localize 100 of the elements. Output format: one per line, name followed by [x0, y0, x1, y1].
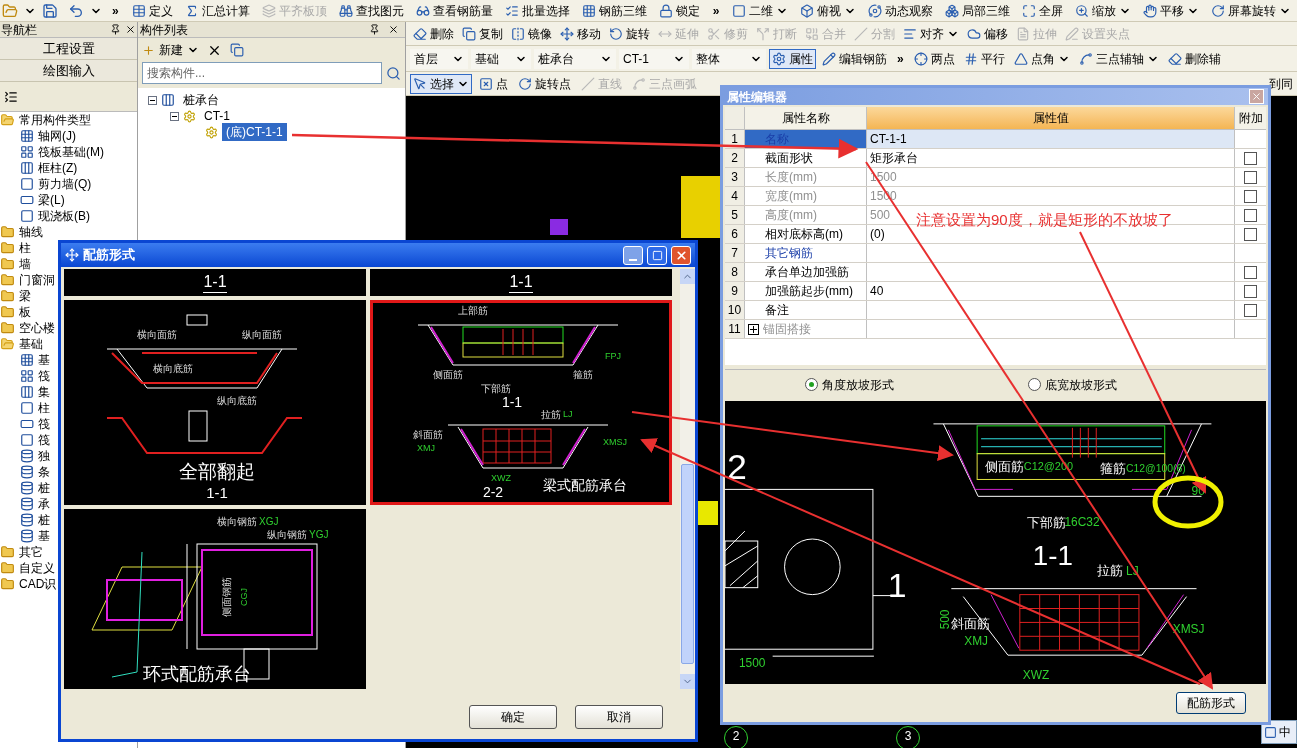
- nav-tree-item[interactable]: 基: [38, 351, 50, 369]
- layer-dropdown[interactable]: 基础: [471, 48, 531, 69]
- nav-tree-item[interactable]: 其它: [19, 543, 43, 561]
- dialog-button[interactable]: 取消: [575, 705, 663, 729]
- toolbar-button[interactable]: 编辑钢筋: [819, 48, 890, 69]
- rebar-form-button[interactable]: 配筋形式: [1176, 692, 1246, 714]
- nav-tree-item[interactable]: 自定义: [19, 559, 55, 577]
- toolbar-button[interactable]: 批量选择: [501, 0, 573, 21]
- save-icon[interactable]: [42, 2, 58, 19]
- close-button[interactable]: [671, 245, 691, 265]
- overflow-button[interactable]: »: [708, 1, 724, 20]
- checkbox[interactable]: [1244, 151, 1257, 165]
- status-tray[interactable]: 中: [1261, 720, 1297, 744]
- layer-dropdown[interactable]: CT-1: [619, 48, 689, 69]
- rebar-option-card[interactable]: 横向钢筋 XGJ 纵向钢筋 YGJ 侧面钢筋 CGJ 环式配筋承台: [64, 509, 366, 689]
- search-field[interactable]: 搜索构件...: [142, 62, 382, 84]
- radio-button[interactable]: [805, 378, 818, 391]
- collapse-toggle[interactable]: [170, 111, 179, 121]
- undo-icon[interactable]: [68, 2, 84, 19]
- nav-tree-item[interactable]: 条: [38, 463, 50, 481]
- pin-icon[interactable]: [110, 24, 121, 35]
- toolbar-button[interactable]: 钢筋三维: [578, 0, 650, 21]
- checkbox[interactable]: [1244, 303, 1257, 317]
- toolbar-button[interactable]: 删除辅: [1164, 48, 1224, 69]
- nav-tree-item[interactable]: 筏: [38, 431, 50, 449]
- nav-tree-item[interactable]: 基: [38, 527, 50, 545]
- scrollbar[interactable]: [680, 269, 695, 689]
- maximize-button[interactable]: [647, 245, 667, 265]
- toolbar-button[interactable]: 旋转: [606, 23, 653, 44]
- checkbox[interactable]: [1244, 227, 1257, 241]
- nav-tree-item[interactable]: 剪力墙(Q): [38, 175, 92, 193]
- nav-tree-item[interactable]: 现浇板(B): [38, 207, 90, 225]
- component-tree-item[interactable]: CT-1: [200, 107, 234, 125]
- toolbar-button[interactable]: 对齐: [900, 23, 962, 44]
- toolbar-button[interactable]: 属性: [769, 48, 816, 69]
- toolbar-button[interactable]: 选择: [410, 73, 472, 94]
- nav-tree-item[interactable]: 框柱(Z): [38, 159, 78, 177]
- toolbar-button[interactable]: 两点: [910, 48, 958, 69]
- toolbar-button[interactable]: 偏移: [964, 23, 1011, 44]
- toolbar-button[interactable]: 查看钢筋量: [412, 0, 496, 21]
- nav-tree-item[interactable]: 基础: [19, 335, 43, 353]
- toolbar-button[interactable]: 移动: [557, 23, 604, 44]
- nav-tree-item[interactable]: 轴线: [19, 223, 43, 241]
- nav-tree-item[interactable]: 门窗洞: [19, 271, 55, 289]
- collapse-toggle[interactable]: [148, 95, 157, 105]
- new-button[interactable]: 新建: [142, 41, 199, 59]
- toolbar-button[interactable]: 平移: [1140, 0, 1203, 21]
- toolbar-button[interactable]: 点: [476, 73, 511, 94]
- property-value[interactable]: 矩形承台: [870, 149, 918, 167]
- toolbar-button[interactable]: 定义: [128, 0, 176, 21]
- property-value[interactable]: (0): [870, 225, 885, 243]
- component-tree-item[interactable]: (底)CT-1-1: [222, 123, 287, 141]
- toolbar-button[interactable]: 删除: [410, 23, 457, 44]
- layer-dropdown[interactable]: 桩承台: [534, 48, 616, 69]
- close-icon[interactable]: [388, 24, 399, 35]
- layer-dropdown[interactable]: 整体: [692, 48, 766, 69]
- toolbar-button[interactable]: 局部三维: [942, 0, 1014, 21]
- nav-tree-item[interactable]: 板: [19, 303, 31, 321]
- checkbox[interactable]: [1244, 284, 1257, 298]
- toolbar-button[interactable]: 动态观察: [865, 0, 937, 21]
- nav-section-button[interactable]: 工程设置: [0, 38, 137, 60]
- open-folder-icon[interactable]: [2, 2, 18, 19]
- nav-tree-item[interactable]: 桩: [38, 511, 50, 529]
- scroll-thumb[interactable]: [681, 464, 694, 664]
- toolbar-button[interactable]: 点角: [1010, 48, 1073, 69]
- collapse-all-icon[interactable]: [4, 89, 18, 104]
- toolbar-button[interactable]: 三点辅轴: [1075, 48, 1162, 69]
- toolbar-button[interactable]: 镜像: [508, 23, 555, 44]
- toolbar-button[interactable]: 缩放: [1072, 0, 1135, 21]
- search-icon[interactable]: [386, 65, 401, 81]
- overflow-button[interactable]: »: [893, 49, 908, 68]
- nav-section-button[interactable]: 绘图输入: [0, 60, 137, 82]
- checkbox[interactable]: [1244, 265, 1257, 279]
- nav-tree-item[interactable]: 常用构件类型: [19, 111, 91, 129]
- property-value[interactable]: 40: [870, 282, 884, 300]
- pin-icon[interactable]: [369, 24, 380, 35]
- copy-icon[interactable]: [230, 43, 244, 57]
- component-tree-item[interactable]: 桩承台: [179, 91, 223, 109]
- layer-dropdown[interactable]: 首层: [410, 48, 468, 69]
- radio-button[interactable]: [1028, 378, 1041, 391]
- toolbar-button[interactable]: 汇总计算: [181, 0, 253, 21]
- toolbar-button[interactable]: 锁定: [655, 0, 703, 21]
- nav-tree-item[interactable]: 独: [38, 447, 50, 465]
- nav-tree-item[interactable]: 承: [38, 495, 50, 513]
- nav-tree-item[interactable]: 柱: [38, 399, 50, 417]
- nav-tree-item[interactable]: CAD识: [19, 575, 57, 593]
- nav-tree-item[interactable]: 柱: [19, 239, 31, 257]
- rebar-option-card[interactable]: 横向面筋 纵向面筋 横向底筋 纵向底筋 全部翻起 1-1: [64, 300, 366, 505]
- nav-tree-item[interactable]: 空心楼: [19, 319, 55, 337]
- nav-tree-item[interactable]: 轴网(J): [38, 127, 76, 145]
- toolbar-button[interactable]: 平行: [960, 48, 1008, 69]
- toolbar-button[interactable]: 复制: [459, 23, 506, 44]
- toolbar-button[interactable]: 俯视: [797, 0, 860, 21]
- minimize-button[interactable]: [623, 245, 643, 265]
- toolbar-button[interactable]: 二维: [729, 0, 792, 21]
- rebar-option-card[interactable]: 上部筋 侧面筋 箍筋 下部筋 FPJ 1-1 拉筋 LJ 斜面筋 XMJ XMSJ XWZ 2-2 梁式配筋承台: [370, 300, 672, 505]
- overflow-button[interactable]: »: [108, 1, 123, 20]
- nav-tree-item[interactable]: 墙: [19, 255, 31, 273]
- nav-tree-item[interactable]: 筏: [38, 415, 50, 433]
- toolbar-button[interactable]: 全屏: [1019, 0, 1067, 21]
